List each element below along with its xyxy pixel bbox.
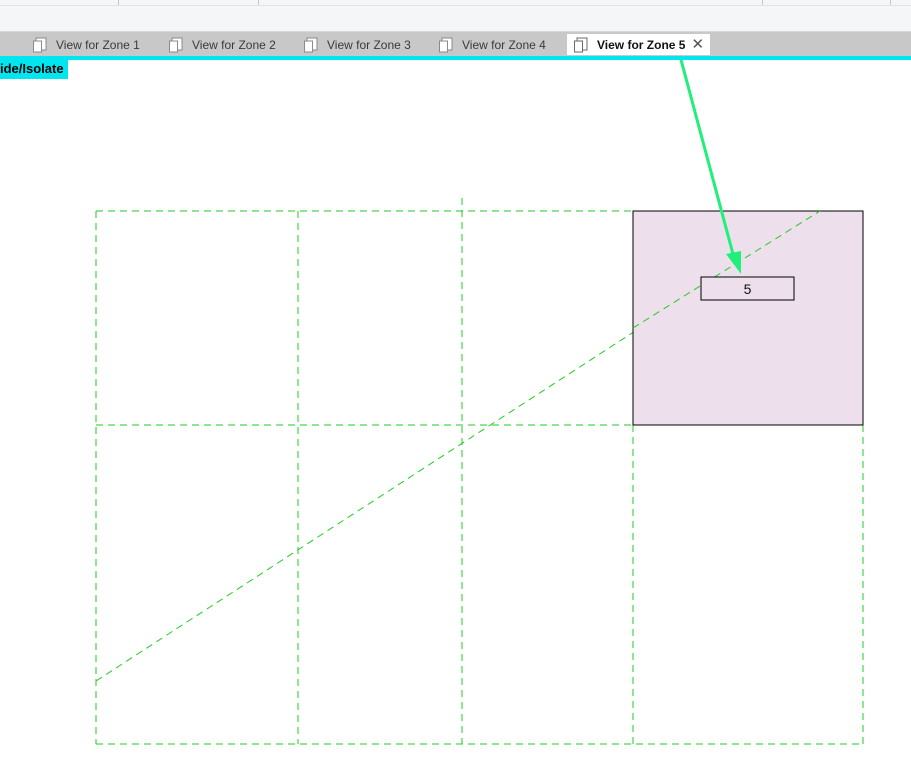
view-tab-bar: View for Zone 1 View for Zone 2 View for… — [0, 32, 911, 56]
tab-view-zone-3[interactable]: View for Zone 3 — [297, 34, 432, 55]
view-document-icon — [169, 37, 183, 52]
view-document-icon — [574, 37, 588, 52]
selected-zone-5[interactable] — [632, 210, 864, 426]
zone-tag-label: 5 — [744, 281, 752, 297]
tab-view-zone-2[interactable]: View for Zone 2 — [162, 34, 297, 55]
top-toolbar — [0, 0, 911, 32]
tab-view-zone-1[interactable]: View for Zone 1 — [26, 34, 163, 55]
tab-label: View for Zone 1 — [56, 37, 140, 52]
view-document-icon — [33, 37, 47, 52]
toolbar-rule — [0, 5, 911, 6]
tab-view-zone-4[interactable]: View for Zone 4 — [432, 34, 567, 55]
tab-label: View for Zone 3 — [327, 37, 411, 52]
view-document-icon — [439, 37, 453, 52]
view-document-icon — [304, 37, 318, 52]
tab-view-zone-5[interactable]: View for Zone 5 ✕ — [567, 34, 710, 55]
tab-label: View for Zone 5 — [597, 37, 686, 52]
drawing-canvas[interactable]: 5 — [0, 60, 911, 763]
tab-label: View for Zone 4 — [462, 37, 546, 52]
close-icon[interactable]: ✕ — [691, 37, 704, 52]
tab-label: View for Zone 2 — [192, 37, 276, 52]
